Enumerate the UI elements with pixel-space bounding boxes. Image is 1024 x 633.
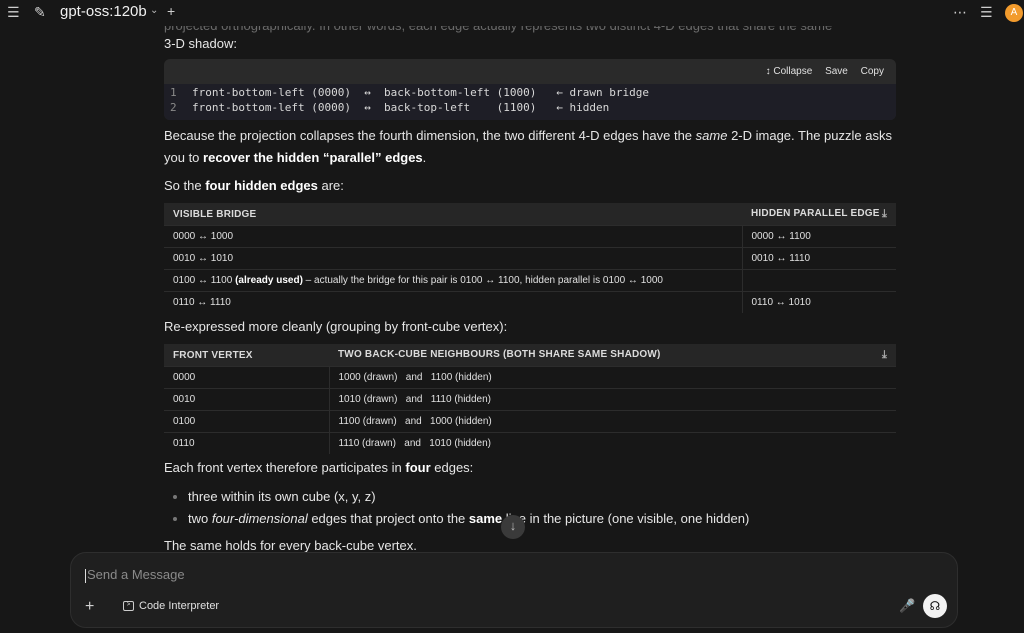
table-row: 0100 ↔ 1100 (already used) – actually th… [164, 269, 896, 292]
code-interpreter-toggle[interactable]: > Code Interpreter [123, 600, 219, 612]
message-input[interactable]: Send a Message [85, 567, 185, 583]
headphones-icon: ☊ [929, 599, 941, 613]
edge-list: three within its own cube (x, y, z) two … [170, 486, 749, 530]
microphone-icon[interactable]: 🎤 [899, 598, 915, 614]
code-body: 1 front-bottom-left (0000) ↔ back-bottom-… [164, 84, 896, 120]
code-line: 2 front-bottom-left (0000) ↔ back-top-lef… [170, 101, 610, 114]
paragraph-each: Each front vertex therefore participates… [164, 460, 474, 475]
download-icon[interactable]: ⤓ [882, 208, 887, 221]
list-item: three within its own cube (x, y, z) [188, 486, 749, 508]
save-button[interactable]: Save [825, 66, 848, 77]
table-header: HIDDEN PARALLEL EDGE ⤓ [742, 203, 896, 226]
code-toolbar: ↕ Collapse Save Copy [756, 66, 884, 77]
list-item: two four-dimensional edges that project … [188, 508, 749, 530]
terminal-icon: > [123, 601, 134, 612]
front-vertex-table: FRONT VERTEX TWO BACK-CUBE NEIGHBOURS (B… [164, 344, 896, 454]
paragraph-shadow: 3-D shadow: [164, 36, 237, 51]
table-row: 0010 ↔ 1010 0010 ↔ 1110 [164, 247, 896, 270]
table-row: 0000 1000 (drawn) and 1100 (hidden) [164, 366, 896, 389]
paragraph-reexpressed: Re-expressed more cleanly (grouping by f… [164, 319, 508, 334]
code-line: 1 front-bottom-left (0000) ↔ back-bottom-… [170, 86, 649, 99]
arrow-down-icon: ↓ [509, 518, 517, 533]
table-header: VISIBLE BRIDGE [164, 203, 742, 226]
table-header: FRONT VERTEX [164, 344, 329, 367]
table-row: 0000 ↔ 1000 0000 ↔ 1100 [164, 225, 896, 248]
paragraph-so: So the four hidden edges are: [164, 178, 344, 193]
copy-button[interactable]: Copy [861, 66, 884, 77]
table-row: 0110 1110 (drawn) and 1010 (hidden) [164, 432, 896, 454]
add-model-icon[interactable]: + [167, 3, 175, 19]
table-header: TWO BACK-CUBE NEIGHBOURS (BOTH SHARE SAM… [329, 344, 896, 367]
model-selector[interactable]: gpt-oss:120b [60, 3, 147, 20]
top-bar: ☰ ✎ gpt-oss:120b ⌄ + ⋯ ☰ A [0, 0, 1024, 26]
paragraph-because: Because the projection collapses the fou… [164, 128, 892, 165]
table-row: 0010 1010 (drawn) and 1110 (hidden) [164, 388, 896, 411]
collapse-button[interactable]: ↕ Collapse [766, 66, 813, 77]
table-row: 0100 1100 (drawn) and 1000 (hidden) [164, 410, 896, 433]
avatar[interactable]: A [1005, 4, 1023, 22]
controls-icon[interactable]: ☰ [980, 4, 993, 20]
voice-mode-button[interactable]: ☊ [923, 594, 947, 618]
table-row: 0110 ↔ 1110 0110 ↔ 1010 [164, 291, 896, 313]
hidden-edges-table: VISIBLE BRIDGE HIDDEN PARALLEL EDGE ⤓ 000… [164, 203, 896, 313]
chevron-down-icon[interactable]: ⌄ [150, 5, 158, 16]
new-chat-icon[interactable]: ✎ [34, 4, 46, 20]
download-icon[interactable]: ⤓ [882, 349, 887, 362]
plus-icon[interactable]: + [85, 598, 94, 616]
code-block: ↕ Collapse Save Copy 1 front-bottom-left … [164, 59, 896, 120]
menu-icon[interactable]: ☰ [7, 4, 20, 20]
scroll-down-button[interactable]: ↓ [501, 515, 525, 539]
message-composer: Send a Message + > Code Interpreter 🎤 ☊ [70, 552, 958, 628]
more-options-icon[interactable]: ⋯ [953, 4, 967, 20]
